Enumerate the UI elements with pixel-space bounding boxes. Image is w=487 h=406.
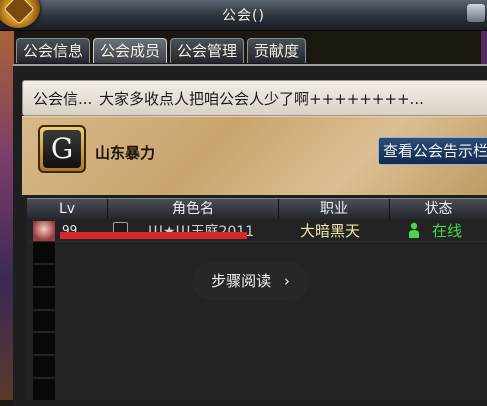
empty-slot <box>33 264 55 286</box>
notice-label: 公会信... <box>33 90 93 108</box>
background-left-artwork <box>0 0 14 400</box>
tab-contribution[interactable]: 贡献度 <box>247 38 307 63</box>
empty-slot <box>33 333 55 355</box>
empty-slot <box>33 356 55 378</box>
member-table-body <box>27 219 487 400</box>
empty-slot <box>33 310 55 332</box>
guild-badge-icon: G <box>38 125 86 173</box>
empty-slot-column <box>33 242 55 401</box>
tab-guild-management[interactable]: 公会管理 <box>170 38 245 63</box>
row-divider <box>27 241 487 242</box>
column-header-class[interactable]: 职业 <box>279 199 390 219</box>
column-header-status[interactable]: 状态 <box>390 199 487 219</box>
guild-notice-bar: 公会信... 大家多收点人把咱公会人少了啊++++++++... <box>22 80 487 116</box>
window-title: 公会() <box>222 8 265 24</box>
guild-badge-letter: G <box>43 130 81 168</box>
close-icon[interactable] <box>467 4 485 22</box>
steps-reading-button[interactable]: 步骤阅读 › <box>192 262 309 300</box>
empty-slot <box>33 287 55 309</box>
online-person-icon <box>409 222 419 238</box>
steps-label: 步骤阅读 <box>211 272 272 290</box>
tab-bar: 公会信息 公会成员 公会管理 贡献度 <box>16 38 307 64</box>
member-table-header: Lv 角色名 职业 状态 <box>27 198 487 220</box>
member-status: 在线 <box>432 222 463 240</box>
column-header-lv[interactable]: Lv <box>27 199 108 219</box>
empty-slot <box>33 242 55 263</box>
notice-text: 大家多收点人把咱公会人少了啊++++++++... <box>99 90 424 108</box>
view-guild-notice-button[interactable]: 查看公会告示栏 <box>378 137 487 165</box>
tab-guild-members[interactable]: 公会成员 <box>93 38 168 63</box>
tab-guild-info[interactable]: 公会信息 <box>16 38 91 63</box>
guild-name: 山东暴力 <box>95 144 156 162</box>
chevron-right-icon: › <box>283 272 290 290</box>
member-avatar <box>33 221 55 241</box>
member-class: 大暗黑天 <box>300 222 361 240</box>
column-header-name[interactable]: 角色名 <box>108 199 279 219</box>
redaction-mark <box>60 232 247 239</box>
title-bar[interactable]: 公会() <box>0 0 487 31</box>
empty-slot <box>33 379 55 401</box>
